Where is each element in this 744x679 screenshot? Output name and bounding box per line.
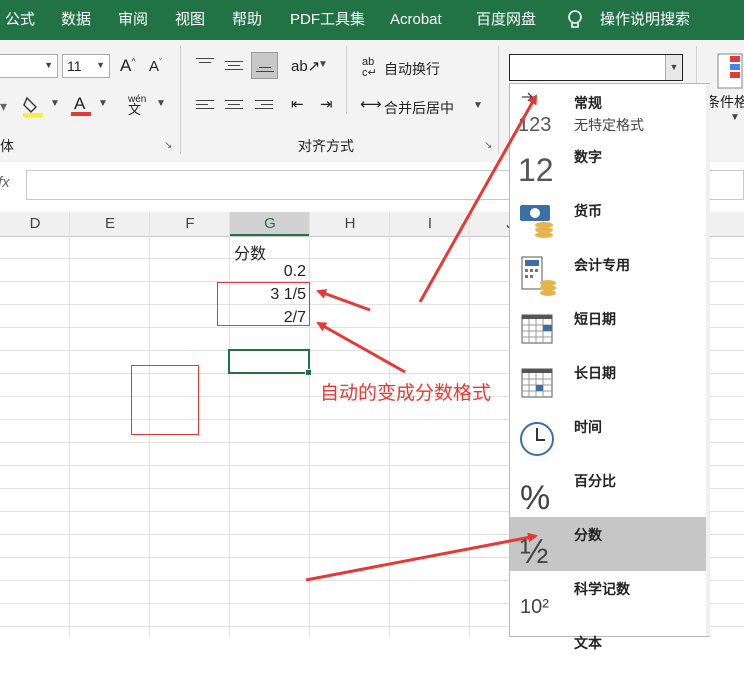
arrow-to-format-combo (418, 94, 538, 303)
arrow-to-fraction (305, 532, 538, 582)
arrow-to-g4 (316, 321, 406, 374)
annotation-arrows (305, 94, 538, 582)
arrow-to-g3 (316, 289, 371, 312)
